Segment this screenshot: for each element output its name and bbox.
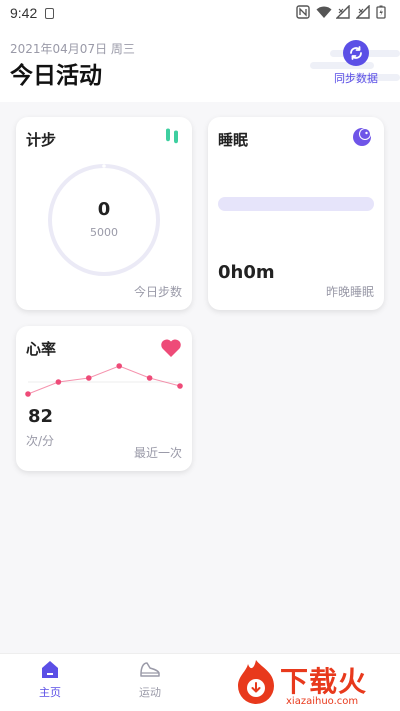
heart-rate-unit: 次/分: [26, 434, 55, 448]
steps-card[interactable]: 计步 0 5000 今日步数: [16, 117, 192, 310]
heart-icon: [161, 339, 181, 357]
steps-card-title: 计步: [26, 131, 57, 149]
heart-rate-point-2: [86, 375, 92, 381]
tab-sport[interactable]: 运动: [120, 660, 180, 706]
steps-goal: 5000: [90, 226, 118, 239]
heart-rate-trend-chart: [25, 363, 183, 397]
wifi-icon: [316, 5, 332, 19]
heart-rate-card[interactable]: 心率 82 次/分 最近一次: [16, 326, 192, 471]
moon-icon: [353, 128, 371, 146]
sleep-card-footer: 昨晚睡眠: [325, 285, 374, 299]
heart-rate-card-title: 心率: [26, 340, 57, 358]
sync-label: 同步数据: [334, 72, 378, 85]
tab-home-label: 主页: [39, 686, 61, 699]
heart-rate-point-1: [55, 379, 62, 385]
sleep-card[interactable]: 睡眠 0h0m 昨晚睡眠: [208, 117, 384, 310]
tab-home[interactable]: 主页: [20, 660, 80, 706]
flame-logo-icon: [238, 660, 274, 704]
status-time: 9:42: [10, 5, 38, 21]
page-title: 今日活动: [10, 63, 102, 89]
footprints-icon: [166, 128, 178, 144]
heart-rate-card-footer: 最近一次: [133, 446, 182, 460]
heart-rate-point-3: [116, 363, 122, 369]
signal-off-icon: [335, 4, 350, 19]
signal-off-icon-2: [355, 4, 370, 19]
heart-rate-point-5: [177, 383, 183, 389]
heart-rate-trend-line: [27, 365, 181, 395]
nfc-icon: [296, 5, 310, 19]
sleep-bar: [218, 197, 374, 211]
watermark: 下载火 xiazaihuo.com: [232, 656, 400, 711]
steps-value: 0: [97, 199, 111, 220]
heart-rate-point-4: [146, 375, 153, 381]
sleep-value: 0h0m: [218, 262, 275, 283]
sneaker-icon: [140, 662, 160, 677]
battery-icon: [376, 5, 390, 19]
sim-icon: [45, 7, 55, 19]
status-icons: [296, 4, 390, 19]
steps-progress-ring: [48, 164, 160, 276]
current-date: 2021年04月07日 周三: [10, 42, 135, 56]
heart-rate-value: 82: [28, 406, 54, 427]
watermark-text: 下载火: [280, 665, 368, 698]
status-bar: 9:42: [0, 0, 400, 26]
tab-sport-label: 运动: [139, 686, 161, 699]
heart-rate-point-0: [25, 391, 31, 397]
steps-card-footer: 今日步数: [133, 285, 182, 299]
home-icon: [42, 661, 58, 678]
watermark-url: xiazaihuo.com: [286, 696, 359, 707]
sync-data-button[interactable]: 同步数据: [326, 40, 386, 86]
page-header: 2021年04月07日 周三 今日活动 同步数据: [0, 26, 400, 102]
sync-icon: [343, 40, 369, 66]
sleep-card-title: 睡眠: [218, 131, 249, 149]
